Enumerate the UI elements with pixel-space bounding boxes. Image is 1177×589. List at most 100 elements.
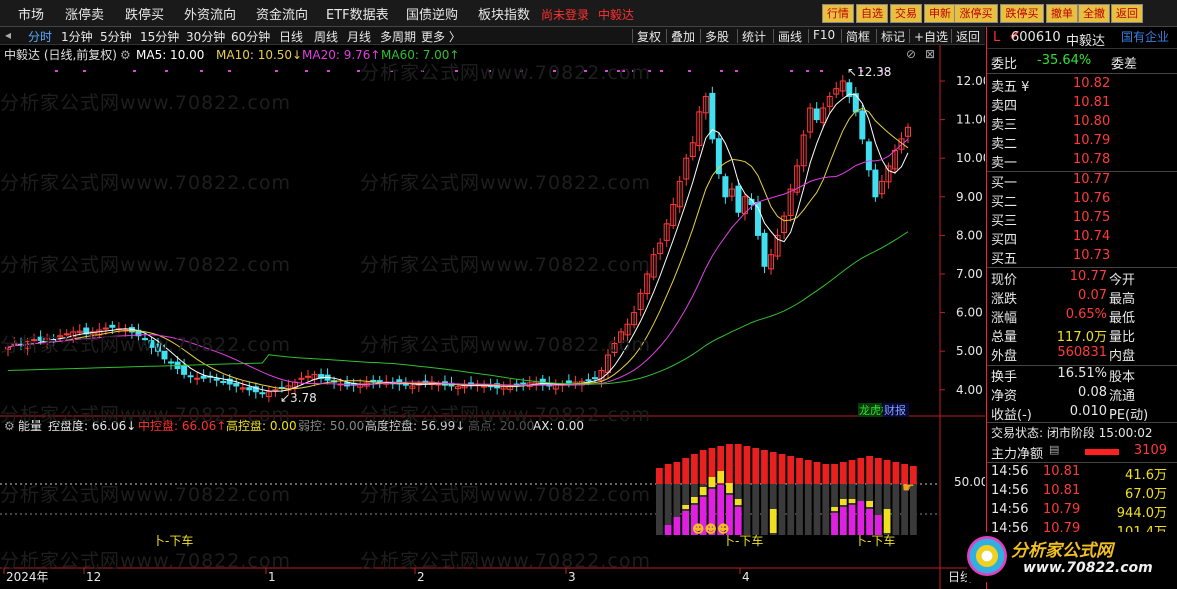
bid-price[interactable]: 10.75 — [1073, 210, 1110, 225]
menu-item-4[interactable]: 资金流向 — [256, 4, 308, 23]
menu-item-0[interactable]: 市场 — [18, 4, 44, 23]
period-toolbar: ◂ 分时 1分钟 5分钟 15分钟 30分钟 60分钟 日线 周线 月线 多周期 更多 〉 复权 叠加 多股… — [0, 27, 985, 45]
tool-button-9[interactable]: 返回 — [956, 28, 980, 45]
tool-button-7[interactable]: 标记 — [881, 28, 905, 45]
candle-body — [194, 377, 201, 380]
quick-button-5[interactable]: 跌停买 — [1000, 4, 1044, 23]
indicator-yellow-bar — [708, 477, 716, 487]
quick-button-0[interactable]: 行情 — [822, 4, 854, 23]
quick-button-1[interactable]: 自选 — [856, 4, 888, 23]
bid-price[interactable]: 10.73 — [1073, 248, 1110, 263]
bid-price[interactable]: 10.76 — [1073, 191, 1110, 206]
candle-body — [859, 110, 866, 140]
indicator-red-bar — [769, 452, 777, 484]
period-tab-5[interactable]: 60分钟 — [231, 28, 270, 45]
tool-button-8[interactable]: +自选 — [914, 28, 948, 45]
logo-flower-icon — [967, 536, 1007, 576]
period-tab-2[interactable]: 5分钟 — [100, 28, 132, 45]
tick-volume: 67.0万 — [1125, 487, 1167, 502]
signal-dot — [617, 70, 620, 72]
net-flow-icon[interactable]: ▤ — [1049, 443, 1059, 456]
ask-price[interactable]: 10.82 — [1073, 76, 1110, 91]
logo-text: 分析家公式网 — [1011, 541, 1113, 561]
ask-price[interactable]: 10.79 — [1073, 133, 1110, 148]
period-tab-3[interactable]: 15分钟 — [140, 28, 179, 45]
bid-price[interactable]: 10.74 — [1073, 229, 1110, 244]
mid-control-label: 中控盘: 66.06↑ — [138, 418, 226, 433]
tick-time: 14:56 — [991, 502, 1029, 517]
candle-body — [148, 340, 155, 348]
period-tab-1[interactable]: 1分钟 — [61, 28, 93, 45]
indicator-yellow-bar — [726, 483, 733, 493]
ask-price[interactable]: 10.80 — [1073, 114, 1110, 129]
menu-item-6[interactable]: 国债逆购 — [406, 4, 458, 23]
indicator-settings-icon[interactable]: ⚙ — [4, 419, 15, 433]
bid-row-4: 买五 10.73 — [991, 248, 1171, 267]
indicator-yellow-bar — [839, 499, 847, 505]
signal-dot — [720, 70, 723, 72]
candle-body — [200, 375, 207, 379]
tool-button-4[interactable]: 画线 — [778, 28, 802, 45]
ask-price[interactable]: 10.78 — [1073, 152, 1110, 167]
corp-tag[interactable]: 国有企业 — [1121, 28, 1169, 45]
tool-button-1[interactable]: 叠加 — [671, 28, 695, 45]
period-tab-4[interactable]: 30分钟 — [186, 28, 225, 45]
net-flow-label: 主力净额 — [991, 447, 1044, 462]
kline-chart[interactable]: 中毅达 (日线,前复权) ⚙ MA5: 10.00 MA10: 10.50↓ MA20:… — [0, 45, 985, 589]
quick-button-3[interactable]: 申新 — [924, 4, 956, 23]
candle-body — [520, 382, 527, 385]
collapse-icon[interactable]: ◂ — [5, 28, 11, 42]
signal-dot — [553, 70, 556, 72]
indicator-magenta-bar — [848, 505, 856, 535]
stat-value: 16.51% — [1057, 366, 1107, 381]
signal-label-2: 卜-下车 — [855, 533, 895, 548]
net-flow-row: 主力净额 ▤ 3109 — [991, 443, 1171, 462]
tool-button-3[interactable]: 统计 — [742, 28, 766, 45]
quick-button-2[interactable]: 交易 — [890, 4, 922, 23]
indicator-magenta-bar — [857, 501, 865, 535]
signal-dot — [622, 70, 625, 72]
top-status-0[interactable]: 尚未登录 — [541, 6, 589, 23]
ask-row-3: 卖二 10.79 — [991, 133, 1171, 152]
quick-button-7[interactable]: 全撤 — [1078, 4, 1110, 23]
signal-dot — [820, 70, 823, 72]
indicator-red-bar — [761, 450, 768, 484]
stat-label-2: 今开 — [1109, 273, 1136, 288]
settings-icon[interactable]: ⚙ — [120, 48, 131, 62]
indicator-gray-bar — [787, 484, 795, 535]
pane-max-icon[interactable]: ⊠ — [925, 47, 935, 61]
top-status-1: 中毅达 — [598, 8, 635, 22]
period-tab-9[interactable]: 多周期 — [380, 28, 416, 45]
net-flow-value: 3109 — [1133, 443, 1167, 458]
quick-button-4[interactable]: 涨停买 — [954, 4, 998, 23]
indicator-magenta-bar — [734, 507, 742, 535]
stat-label-2: 最高 — [1109, 292, 1136, 307]
period-tab-8[interactable]: 月线 — [347, 28, 371, 45]
indicator-red-bar — [883, 460, 891, 484]
tool-button-0[interactable]: 复权 — [637, 28, 661, 45]
tool-button-5[interactable]: F10 — [813, 28, 835, 42]
tool-button-6[interactable]: 简框 — [846, 28, 870, 45]
stat-label: 涨跌 — [991, 292, 1018, 307]
quick-button-8[interactable]: 返回 — [1111, 4, 1143, 23]
ask-price[interactable]: 10.81 — [1073, 95, 1110, 110]
menu-item-5[interactable]: ETF数据表 — [326, 4, 389, 23]
bid-price[interactable]: 10.77 — [1073, 172, 1110, 187]
period-tab-6[interactable]: 日线 — [279, 28, 303, 45]
ma20-label: MA20: 9.76↑ — [302, 48, 380, 62]
quick-button-6[interactable]: 撤单 — [1046, 4, 1078, 23]
menu-item-7[interactable]: 板块指数 — [478, 4, 530, 23]
period-tab-0[interactable]: 分时 — [28, 28, 52, 45]
signal-dot — [421, 70, 424, 72]
period-tab-10[interactable]: 更多 〉 — [421, 28, 461, 45]
menu-item-2[interactable]: 跌停买 — [125, 4, 164, 23]
indicator-yellow-bar — [717, 471, 725, 483]
menu-item-3[interactable]: 外资流向 — [184, 4, 236, 23]
menu-item-1[interactable]: 涨停卖 — [65, 4, 104, 23]
ask-row-0: 卖五 ¥ 10.82 — [991, 76, 1171, 95]
order-ratio-row: 委比 -35.64% 委差 — [991, 53, 1171, 72]
period-tab-7[interactable]: 周线 — [314, 28, 338, 45]
tool-button-2[interactable]: 多股 — [705, 28, 729, 45]
site-logo: 分析家公式网 www.70822.com — [967, 532, 1167, 582]
pane-close-icon[interactable]: ⊘ — [906, 47, 916, 61]
